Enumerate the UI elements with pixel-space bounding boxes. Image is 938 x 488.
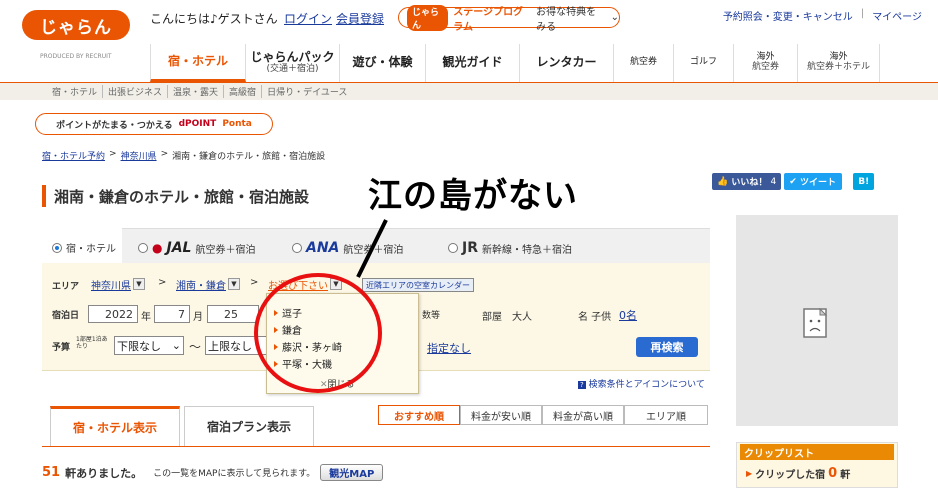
tab-underline [42, 446, 710, 447]
result-count-row: 51 軒ありました。 この一覧をMAPに表示して見られます。 観光MAP [42, 464, 384, 481]
help-label: 検索条件とアイコンについて [588, 380, 705, 390]
map-hint: この一覧をMAPに表示して見られます。 [153, 469, 316, 479]
tourist-map-button[interactable]: 観光MAP [320, 464, 384, 481]
sort-price-low[interactable]: 料金が安い順 [460, 405, 542, 425]
search-help-link[interactable]: ? 検索条件とアイコンについて [578, 377, 705, 390]
sort-options: おすすめ順 料金が安い順 料金が高い順 エリア順 [378, 405, 708, 425]
result-count-text: 軒ありました。 [65, 466, 143, 480]
question-icon: ? [578, 381, 586, 389]
sort-area[interactable]: エリア順 [624, 405, 708, 425]
annotation-pointer-line [356, 219, 388, 278]
tab-plan-view[interactable]: 宿泊プラン表示 [184, 406, 314, 446]
sort-price-high[interactable]: 料金が高い順 [542, 405, 624, 425]
result-count: 51 [42, 465, 61, 480]
sort-recommended[interactable]: おすすめ順 [378, 405, 460, 425]
annotation-text: 江の島がない [368, 176, 578, 216]
tab-hotel-view[interactable]: 宿・ホテル表示 [50, 406, 180, 446]
annotation-circle [254, 273, 382, 393]
